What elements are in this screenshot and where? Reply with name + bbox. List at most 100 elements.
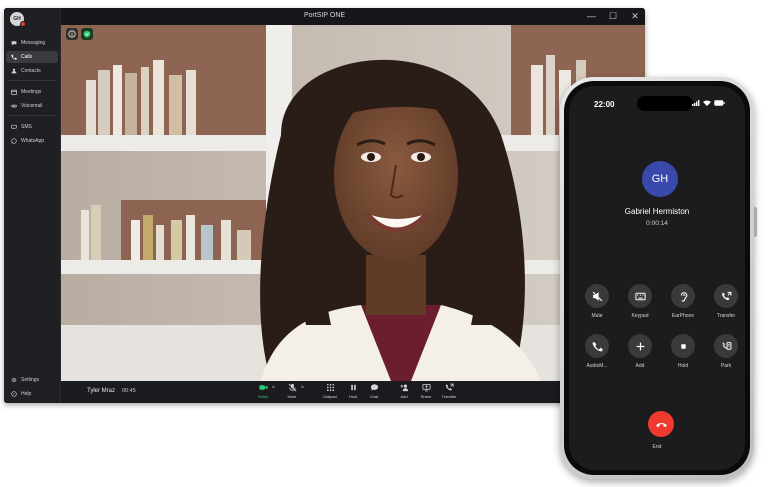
sidebar-item-voicemail[interactable]: Voicemail: [6, 100, 58, 112]
mute-options-caret[interactable]: ^: [301, 386, 304, 392]
sidebar-item-calls[interactable]: Calls: [6, 51, 58, 63]
phone-icon: [11, 54, 17, 60]
sidebar-item-contacts[interactable]: Contacts: [6, 65, 58, 77]
sidebar-item-label: SMS: [21, 124, 32, 130]
chat-bubble-icon: [370, 384, 378, 391]
sidebar-item-label: Calls: [21, 54, 33, 60]
microphone-muted-icon: [288, 383, 296, 392]
phone-add-button[interactable]: Add: [625, 334, 655, 369]
video-camera-icon: [258, 385, 268, 390]
minimize-button[interactable]: —: [587, 10, 596, 22]
call-control-bar: Tyler Mraz 00:45 Video ^ Mute ^ Dialpad …: [61, 381, 645, 403]
desktop-app-window: PortSIP ONE — ☐ ✕ GH Messaging Calls Con…: [4, 8, 645, 403]
sidebar-item-label: Messaging: [21, 40, 46, 46]
window-controls: — ☐ ✕: [587, 10, 639, 22]
callee-name: Tyler Mraz: [87, 388, 116, 394]
speaker-muted-icon: [592, 291, 602, 301]
phone-earphone-label: EarPhone: [671, 313, 695, 319]
maximize-button[interactable]: ☐: [609, 10, 617, 22]
plus-icon: [636, 342, 644, 350]
video-scene-image: [61, 25, 645, 381]
pause-icon: [350, 384, 356, 391]
sidebar-item-whatsapp[interactable]: WhatsApp: [6, 135, 58, 147]
sidebar-item-meetings[interactable]: Meetings: [6, 86, 58, 98]
sidebar-item-label: Contacts: [21, 68, 41, 74]
keyboard-icon: [634, 292, 646, 300]
chat-button-label: Chat: [369, 394, 379, 399]
phone-audio-mode-button[interactable]: AudioM...: [582, 334, 612, 369]
user-initials: GH: [13, 16, 21, 22]
phone-transfer-label: Transfer: [716, 313, 736, 319]
phone-earphone-button[interactable]: EarPhone: [668, 284, 698, 319]
dialpad-button-label: Dialpad: [323, 394, 337, 399]
dialpad-button[interactable]: Dialpad: [319, 383, 341, 402]
phone-side-button: [754, 207, 757, 237]
sidebar-item-messaging[interactable]: Messaging: [6, 37, 58, 49]
user-avatar[interactable]: GH: [10, 12, 26, 27]
sidebar-item-label: Voicemail: [21, 103, 43, 109]
stop-icon: [680, 343, 686, 349]
sidebar-item-label: Settings: [21, 377, 40, 383]
chat-button[interactable]: Chat: [363, 383, 385, 402]
whatsapp-icon: [11, 138, 17, 144]
transfer-button[interactable]: Transfer: [438, 383, 460, 402]
phone-park-label: Park: [720, 363, 732, 369]
dialpad-icon: [326, 383, 334, 392]
sidebar-item-label: Meetings: [21, 89, 42, 95]
mute-button[interactable]: Mute: [281, 383, 303, 402]
phone-hold-button[interactable]: Hold: [668, 334, 698, 369]
transfer-button-label: Transfer: [441, 394, 457, 399]
phone-audio-mode-label: AudioM...: [586, 363, 608, 369]
phone-park-button[interactable]: Park: [711, 334, 741, 369]
add-button-label: Add: [400, 394, 408, 399]
hold-button[interactable]: Hold: [342, 383, 364, 402]
video-button-label: Video: [257, 394, 269, 399]
window-title: PortSIP ONE: [303, 12, 346, 19]
contact-name: Gabriel Hermiston: [624, 207, 690, 216]
phone-mute-button[interactable]: Mute: [582, 284, 612, 319]
sms-icon: [11, 124, 17, 130]
transfer-icon: [445, 383, 454, 391]
video-overlay-icons: [66, 28, 93, 40]
help-icon: ?: [11, 391, 17, 397]
gear-icon: [11, 377, 17, 383]
phone-icon: [592, 341, 603, 351]
phone-mute-label: Mute: [591, 313, 603, 319]
phone-add-label: Add: [635, 363, 645, 369]
phone-bezel: 22:00 GH Gabriel Hermiston 0:00:14 Mute …: [564, 81, 750, 475]
cellular-signal-icon: [692, 100, 700, 106]
add-participant-button[interactable]: Add: [393, 383, 415, 402]
mute-button-label: Mute: [287, 394, 297, 399]
title-bar: PortSIP ONE — ☐ ✕: [4, 8, 645, 25]
video-options-caret[interactable]: ^: [272, 386, 275, 392]
shield-check-icon[interactable]: [81, 28, 93, 40]
sidebar-divider: [8, 80, 56, 81]
calendar-icon: [11, 89, 17, 95]
ear-icon: [680, 291, 687, 302]
contact-avatar: GH: [642, 161, 678, 197]
info-icon[interactable]: [66, 28, 78, 40]
sidebar-item-help[interactable]: ? Help: [6, 388, 58, 400]
share-button[interactable]: Share: [415, 383, 437, 402]
hang-up-icon: [655, 422, 667, 427]
end-call-label: End: [652, 444, 662, 450]
sidebar: GH Messaging Calls Contacts Meetings Voi…: [4, 8, 61, 403]
phone-keypad-button[interactable]: Keypad: [625, 284, 655, 319]
park-icon: [721, 341, 731, 350]
phone-transfer-button[interactable]: Transfer: [711, 284, 741, 319]
phone-mockup: 22:00 GH Gabriel Hermiston 0:00:14 Mute …: [560, 77, 757, 479]
sidebar-item-sms[interactable]: SMS: [6, 121, 58, 133]
chat-bubble-icon: [11, 41, 17, 46]
video-button[interactable]: Video: [252, 383, 274, 402]
hold-button-label: Hold: [348, 394, 358, 399]
transfer-icon: [721, 291, 731, 300]
screen-share-icon: [421, 383, 431, 392]
end-call-button[interactable]: [648, 411, 674, 437]
svg-text:?: ?: [13, 392, 15, 396]
add-person-icon: [399, 384, 408, 392]
voicemail-icon: [11, 104, 17, 108]
remote-video-feed[interactable]: [61, 25, 645, 381]
sidebar-item-settings[interactable]: Settings: [6, 374, 58, 386]
call-duration: 00:45: [122, 388, 136, 394]
close-button[interactable]: ✕: [631, 10, 639, 22]
